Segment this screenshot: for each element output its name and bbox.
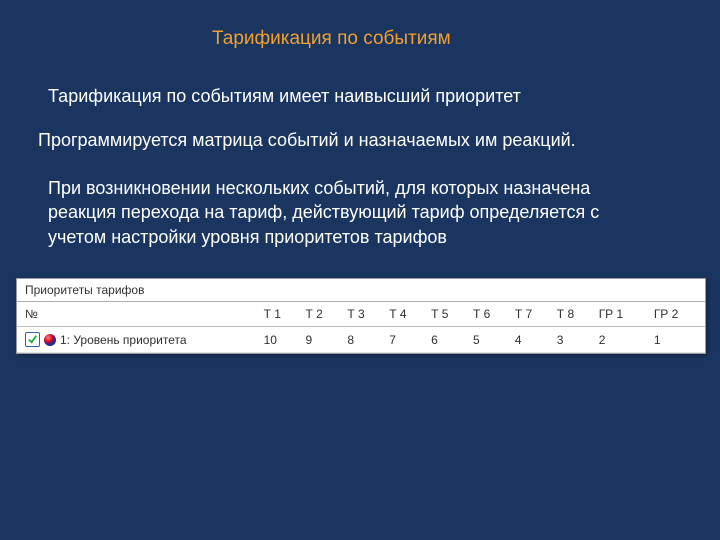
cell-t3: 8 [343, 327, 385, 353]
col-header-t5: Т 5 [427, 302, 469, 327]
col-header-t2: Т 2 [301, 302, 343, 327]
tariff-priority-panel: Приоритеты тарифов № Т 1 Т 2 Т 3 Т 4 Т 5… [16, 278, 706, 354]
paragraph-1: Тарификация по событиям имеет наивысший … [48, 84, 668, 108]
paragraph-3: При возникновении нескольких событий, дл… [48, 176, 658, 249]
col-header-gp2: ГР 2 [650, 302, 705, 327]
cell-t2: 9 [301, 327, 343, 353]
col-header-t1: Т 1 [260, 302, 302, 327]
row-label-cell: 1: Уровень приоритета [17, 327, 260, 353]
col-header-t4: Т 4 [385, 302, 427, 327]
check-icon [27, 334, 38, 345]
cell-t7: 4 [511, 327, 553, 353]
cell-t6: 5 [469, 327, 511, 353]
cell-t4: 7 [385, 327, 427, 353]
row-label-text: 1: Уровень приоритета [60, 333, 187, 347]
cell-t1: 10 [260, 327, 302, 353]
col-header-gp1: ГР 1 [595, 302, 650, 327]
col-header-no: № [17, 302, 260, 327]
row-checkbox[interactable] [25, 332, 40, 347]
cell-t5: 6 [427, 327, 469, 353]
priority-table: № Т 1 Т 2 Т 3 Т 4 Т 5 Т 6 Т 7 Т 8 ГР 1 Г… [17, 302, 705, 353]
col-header-t8: Т 8 [553, 302, 595, 327]
col-header-t7: Т 7 [511, 302, 553, 327]
table-row: 1: Уровень приоритета 10 9 8 7 6 5 4 3 2… [17, 327, 705, 353]
panel-title: Приоритеты тарифов [17, 279, 705, 302]
col-header-t6: Т 6 [469, 302, 511, 327]
cell-t8: 3 [553, 327, 595, 353]
slide: Тарификация по событиям Тарификация по с… [0, 0, 720, 540]
col-header-t3: Т 3 [343, 302, 385, 327]
paragraph-2: Программируется матрица событий и назнач… [38, 128, 678, 152]
table-header-row: № Т 1 Т 2 Т 3 Т 4 Т 5 Т 6 Т 7 Т 8 ГР 1 Г… [17, 302, 705, 327]
orb-icon [44, 334, 56, 346]
cell-gp1: 2 [595, 327, 650, 353]
cell-gp2: 1 [650, 327, 705, 353]
slide-title: Тарификация по событиям [212, 28, 451, 50]
